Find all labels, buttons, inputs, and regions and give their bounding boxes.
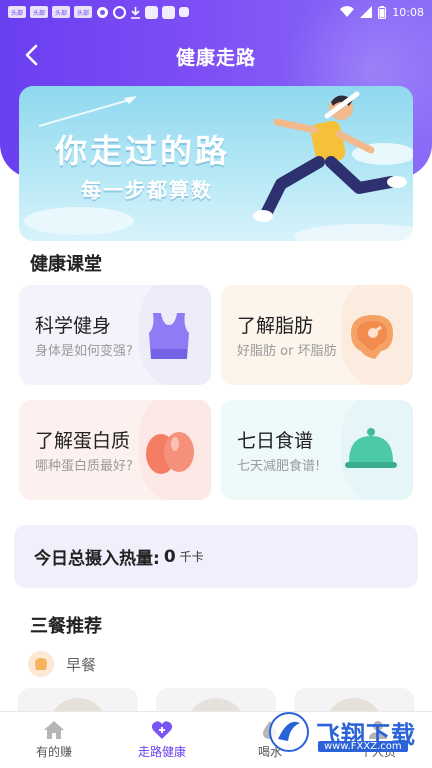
card-subtitle: 哪种蛋白质最好? [35, 459, 133, 474]
card-title: 了解脂肪 [237, 315, 314, 337]
section-title-course: 健康课堂 [30, 254, 102, 275]
app-icon [113, 5, 126, 19]
download-icon [131, 6, 140, 19]
card-subtitle: 七天减肥食谱! [237, 459, 321, 474]
watermark-url: www.FXXZ.com [318, 741, 408, 752]
eggs-icon [146, 432, 194, 474]
banner[interactable]: 你走过的路 每一步都算数 [19, 86, 413, 241]
home-icon [44, 721, 64, 739]
card-title: 了解蛋白质 [35, 430, 131, 452]
heart-plus-icon [151, 721, 173, 739]
nav-item-earn[interactable]: 有的赚 [0, 712, 108, 768]
card-title: 七日食谱 [237, 430, 314, 452]
section-title-meals: 三餐推荐 [30, 616, 102, 637]
status-bar: 头部 头部 头部 头部 10:08 [0, 0, 432, 24]
app-icon [145, 5, 158, 19]
calorie-value: 0 [163, 546, 176, 567]
app-icon [162, 5, 175, 19]
meal-selector[interactable]: 早餐 [28, 651, 96, 677]
chevron-left-icon [25, 44, 38, 66]
battery-icon [378, 5, 387, 19]
card-title: 科学健身 [35, 315, 112, 337]
notification-icon: 头部 [8, 6, 26, 18]
bread-icon [28, 651, 54, 677]
card-subtitle: 身体是如何变强? [35, 344, 133, 359]
steak-icon [351, 315, 393, 359]
status-time: 10:08 [392, 5, 424, 19]
nav-label: 有的赚 [35, 745, 72, 759]
page-title: 健康走路 [175, 46, 256, 69]
card-recipe[interactable]: 七日食谱 七天减肥食谱! [221, 400, 413, 500]
wifi-icon [340, 6, 355, 17]
card-fitness[interactable]: 科学健身 身体是如何变强? [19, 285, 211, 385]
app-icon [179, 7, 189, 17]
notification-icon: 头部 [52, 6, 70, 18]
calorie-unit: 千卡 [179, 550, 204, 564]
banner-subtitle: 每一步都算数 [81, 178, 213, 202]
calorie-label: 今日总摄入热量: [34, 549, 160, 569]
calorie-summary: 今日总摄入热量: 0 千卡 [14, 525, 418, 588]
cloche-icon [345, 428, 397, 468]
notification-icon: 头部 [30, 6, 48, 18]
nav-label: 走路健康 [137, 745, 186, 759]
top-bar: 健康走路 [0, 30, 432, 82]
app-icon [97, 6, 108, 18]
notification-icon: 头部 [74, 6, 92, 18]
watermark-logo [269, 712, 309, 752]
signal-icon [360, 6, 373, 18]
back-button[interactable] [16, 40, 46, 70]
card-protein[interactable]: 了解蛋白质 哪种蛋白质最好? [19, 400, 211, 500]
watermark: 飞翔下载 www.FXXZ.com [268, 707, 428, 757]
card-subtitle: 好脂肪 or 坏脂肪 [237, 344, 337, 359]
meal-label: 早餐 [66, 655, 97, 674]
vest-icon [149, 313, 189, 359]
banner-title: 你走过的路 [55, 132, 231, 170]
card-fat[interactable]: 了解脂肪 好脂肪 or 坏脂肪 [221, 285, 413, 385]
nav-item-walk-health[interactable]: 走路健康 [108, 712, 216, 768]
